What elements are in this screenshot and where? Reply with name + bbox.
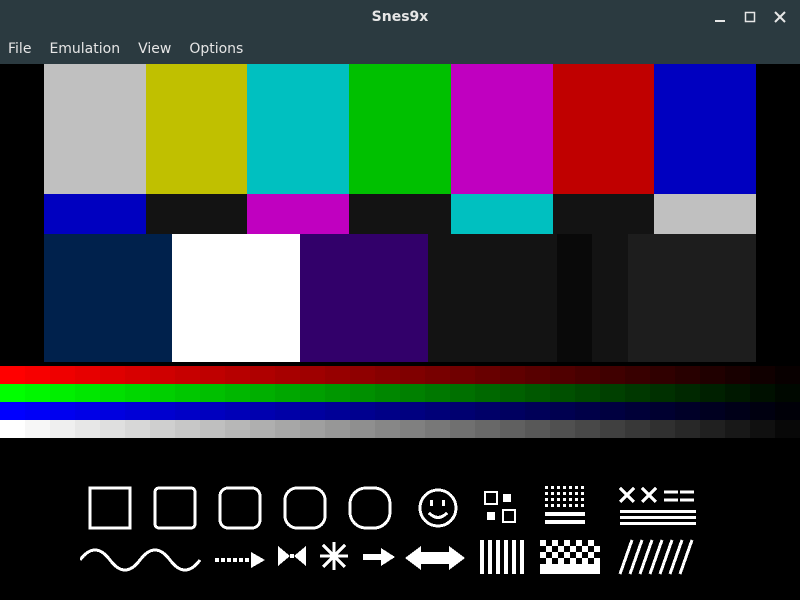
color-bar	[349, 194, 451, 234]
color-bar	[349, 64, 451, 194]
close-button[interactable]	[772, 9, 788, 25]
color-bar	[146, 64, 248, 194]
color-bar	[44, 194, 146, 234]
color-bar	[553, 194, 655, 234]
color-bar	[300, 234, 428, 362]
color-bar	[451, 194, 553, 234]
menu-view[interactable]: View	[138, 41, 171, 57]
window-title: Snes9x	[0, 9, 800, 25]
gradient-row	[0, 384, 800, 402]
menu-file[interactable]: File	[8, 41, 31, 57]
gradient-row	[0, 420, 800, 438]
maximize-button[interactable]	[742, 9, 758, 25]
color-bar	[628, 234, 756, 362]
minimize-button[interactable]	[712, 9, 728, 25]
color-bar	[557, 234, 593, 362]
color-bar	[451, 64, 553, 194]
color-bar	[247, 64, 349, 194]
color-bar	[654, 64, 756, 194]
color-bars-row3	[0, 234, 800, 362]
gradient-row	[0, 402, 800, 420]
gradient-ramps	[0, 366, 800, 438]
color-bar	[428, 234, 556, 362]
color-bar	[44, 234, 172, 362]
menu-bar: File Emulation View Options	[0, 34, 800, 64]
color-bar	[44, 64, 146, 194]
menu-options[interactable]: Options	[189, 41, 243, 57]
color-bar	[247, 194, 349, 234]
gradient-row	[0, 366, 800, 384]
color-bar	[592, 234, 628, 362]
emulator-viewport[interactable]	[0, 64, 800, 600]
color-bars-row2	[0, 194, 800, 234]
window-controls	[712, 9, 800, 25]
color-bars-row1	[0, 64, 800, 194]
menu-emulation[interactable]: Emulation	[49, 41, 120, 57]
color-bar	[146, 194, 248, 234]
color-bar	[654, 194, 756, 234]
title-bar: Snes9x	[0, 0, 800, 34]
pattern-glyphs-svg	[80, 482, 760, 582]
color-bar	[553, 64, 655, 194]
color-bar	[172, 234, 300, 362]
pattern-glyphs	[80, 482, 760, 582]
